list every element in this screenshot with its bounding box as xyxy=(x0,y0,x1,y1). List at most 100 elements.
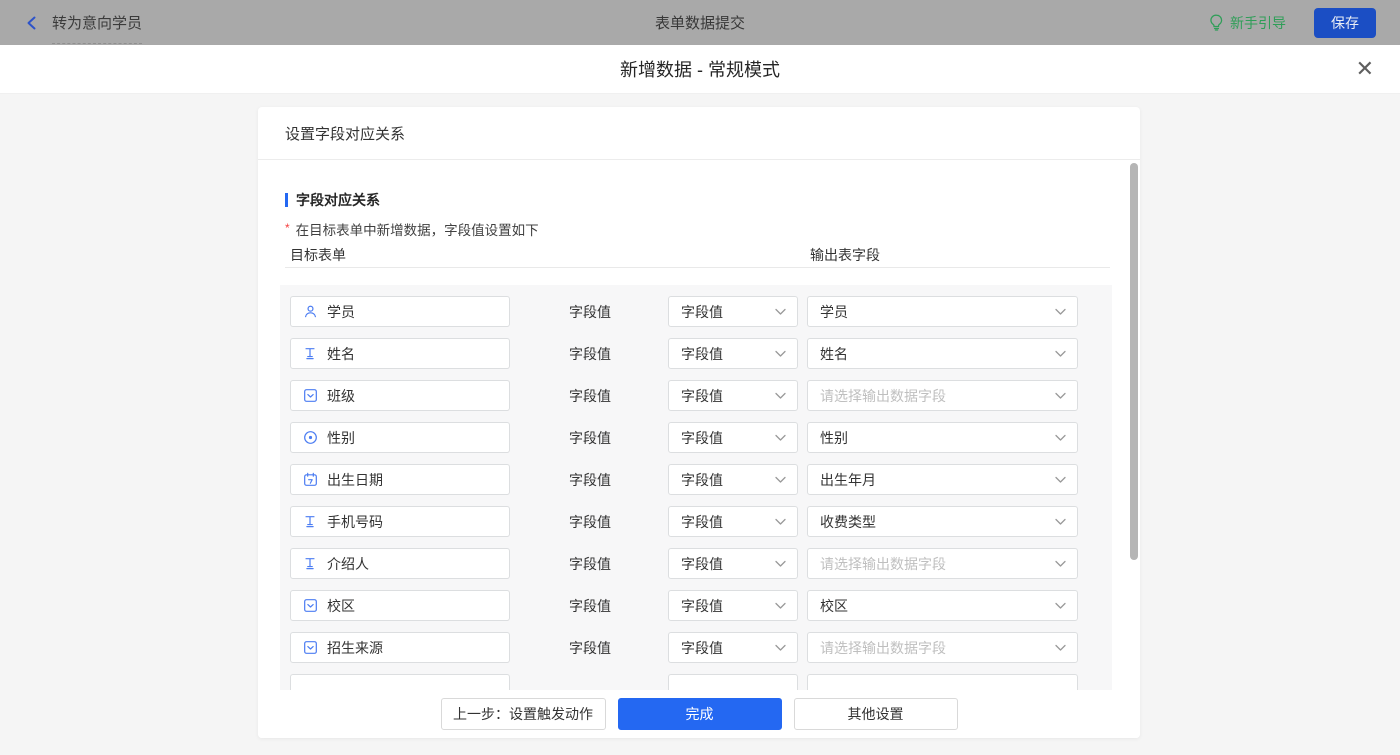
chevron-down-icon xyxy=(775,644,786,651)
value-mode-dropdown[interactable]: 字段值 xyxy=(668,506,798,537)
column-headers: 目标表单 输出表字段 xyxy=(258,245,1140,263)
chevron-down-icon xyxy=(1055,602,1066,609)
target-field-chip: 班级 xyxy=(290,380,510,411)
output-field-dropdown[interactable]: 姓名 xyxy=(807,338,1078,369)
value-mode-dropdown[interactable]: 字段值 xyxy=(668,338,798,369)
output-field-dropdown[interactable]: 校区 xyxy=(807,590,1078,621)
chevron-down-icon xyxy=(1055,518,1066,525)
value-mode-dropdown[interactable] xyxy=(668,674,798,690)
mapping-row: 姓名 字段值 字段值 姓名 xyxy=(290,338,1078,369)
set-as-label: 字段值 xyxy=(569,471,611,488)
chevron-down-icon xyxy=(1055,560,1066,567)
value-mode-dropdown[interactable]: 字段值 xyxy=(668,632,798,663)
chevron-down-icon xyxy=(775,602,786,609)
accent-bar xyxy=(285,193,288,207)
target-field-chip: 性别 xyxy=(290,422,510,453)
mapping-row: 性别 字段值 字段值 性别 xyxy=(290,422,1078,453)
output-field-dropdown[interactable]: 出生年月 xyxy=(807,464,1078,495)
column-header-target-form: 目标表单 xyxy=(290,247,346,263)
value-mode-dropdown[interactable]: 字段值 xyxy=(668,422,798,453)
lightbulb-icon xyxy=(1209,14,1224,31)
set-as-label: 字段值 xyxy=(569,639,611,656)
modal-body: 设置字段对应关系 字段对应关系 * 在目标表单中新增数据，字段值设置如下 目标表… xyxy=(0,94,1400,754)
field-mapping-card: 设置字段对应关系 字段对应关系 * 在目标表单中新增数据，字段值设置如下 目标表… xyxy=(258,107,1140,738)
value-mode-dropdown[interactable]: 字段值 xyxy=(668,464,798,495)
set-as-label: 字段值 xyxy=(569,303,611,320)
mapping-panel: 学员 字段值 字段值 学员 姓名 字段值 字段值 姓名 班级 字段值 字段值 请… xyxy=(280,285,1112,690)
set-as-label: 字段值 xyxy=(569,345,611,362)
user-icon xyxy=(302,304,318,320)
value-mode-dropdown[interactable]: 字段值 xyxy=(668,548,798,579)
text-icon xyxy=(302,514,318,530)
other-settings-button[interactable]: 其他设置 xyxy=(793,698,958,730)
output-field-dropdown[interactable]: 请选择输出数据字段 xyxy=(807,548,1078,579)
target-field-chip xyxy=(290,674,510,690)
chevron-down-icon xyxy=(775,476,786,483)
back-label: 转为意向学员 xyxy=(52,0,143,45)
output-field-dropdown[interactable]: 学员 xyxy=(807,296,1078,327)
chevron-down-icon xyxy=(1055,392,1066,399)
beginner-guide-label: 新手引导 xyxy=(1230,14,1286,31)
modal-title: 新增数据 - 常规模式 xyxy=(620,60,780,80)
section-description: * 在目标表单中新增数据，字段值设置如下 xyxy=(285,219,539,239)
output-field-dropdown[interactable]: 性别 xyxy=(807,422,1078,453)
chevron-down-icon xyxy=(1055,350,1066,357)
mapping-row: 招生来源 字段值 字段值 请选择输出数据字段 xyxy=(290,632,1078,663)
mapping-row: 学员 字段值 字段值 学员 xyxy=(290,296,1078,327)
field-icon xyxy=(302,682,318,691)
chevron-down-icon xyxy=(775,434,786,441)
target-field-chip: 学员 xyxy=(290,296,510,327)
scrollbar-thumb[interactable] xyxy=(1130,163,1138,560)
finish-button[interactable]: 完成 xyxy=(617,698,782,730)
mapping-row: 班级 字段值 字段值 请选择输出数据字段 xyxy=(290,380,1078,411)
chevron-down-icon xyxy=(775,392,786,399)
select-icon xyxy=(302,598,318,614)
select-icon xyxy=(302,388,318,404)
chevron-down-icon xyxy=(1055,434,1066,441)
column-header-output-fields: 输出表字段 xyxy=(810,247,880,263)
value-mode-dropdown[interactable]: 字段值 xyxy=(668,380,798,411)
beginner-guide-button[interactable]: 新手引导 xyxy=(1209,13,1286,33)
back-button[interactable]: 转为意向学员 xyxy=(24,0,143,45)
target-field-chip: 出生日期 xyxy=(290,464,510,495)
save-button[interactable]: 保存 xyxy=(1314,7,1376,38)
select-icon xyxy=(302,640,318,656)
chevron-down-icon xyxy=(775,560,786,567)
value-mode-dropdown[interactable]: 字段值 xyxy=(668,296,798,327)
target-field-chip: 介绍人 xyxy=(290,548,510,579)
mapping-row: 介绍人 字段值 字段值 请选择输出数据字段 xyxy=(290,548,1078,579)
output-field-dropdown[interactable]: 请选择输出数据字段 xyxy=(807,380,1078,411)
rows-container: 学员 字段值 字段值 学员 姓名 字段值 字段值 姓名 班级 字段值 字段值 请… xyxy=(290,296,1078,690)
chevron-down-icon xyxy=(775,308,786,315)
previous-step-button[interactable]: 上一步：设置触发动作 xyxy=(440,698,606,730)
output-field-dropdown[interactable]: 请选择输出数据字段 xyxy=(807,632,1078,663)
modal-header: 新增数据 - 常规模式 ✕ xyxy=(0,45,1400,94)
text-icon xyxy=(302,346,318,362)
chevron-down-icon xyxy=(775,518,786,525)
calendar-icon xyxy=(302,472,318,488)
value-mode-dropdown[interactable]: 字段值 xyxy=(668,590,798,621)
output-field-dropdown[interactable] xyxy=(807,674,1078,690)
target-field-chip: 姓名 xyxy=(290,338,510,369)
set-as-label: 字段值 xyxy=(569,597,611,614)
set-as-label: 字段值 xyxy=(569,555,611,572)
top-bar: 转为意向学员 表单数据提交 新手引导 保存 xyxy=(0,0,1400,45)
card-footer: 上一步：设置触发动作 完成 其他设置 xyxy=(258,690,1140,738)
description-text: 在目标表单中新增数据，字段值设置如下 xyxy=(295,223,539,238)
chevron-down-icon xyxy=(1055,644,1066,651)
chevron-down-icon xyxy=(775,350,786,357)
required-asterisk: * xyxy=(285,221,290,235)
close-icon[interactable]: ✕ xyxy=(1356,58,1374,80)
section-title: 字段对应关系 xyxy=(296,192,380,208)
target-field-chip: 校区 xyxy=(290,590,510,621)
mapping-row: 校区 字段值 字段值 校区 xyxy=(290,590,1078,621)
page-title: 表单数据提交 xyxy=(654,15,745,32)
set-as-label: 字段值 xyxy=(569,429,611,446)
radio-icon xyxy=(302,430,318,446)
output-field-dropdown[interactable]: 收费类型 xyxy=(807,506,1078,537)
set-as-label: 字段值 xyxy=(569,513,611,530)
chevron-down-icon xyxy=(1055,308,1066,315)
section-heading: 字段对应关系 xyxy=(285,190,380,210)
card-header-title: 设置字段对应关系 xyxy=(258,107,1140,160)
back-chevron-icon xyxy=(24,15,40,31)
